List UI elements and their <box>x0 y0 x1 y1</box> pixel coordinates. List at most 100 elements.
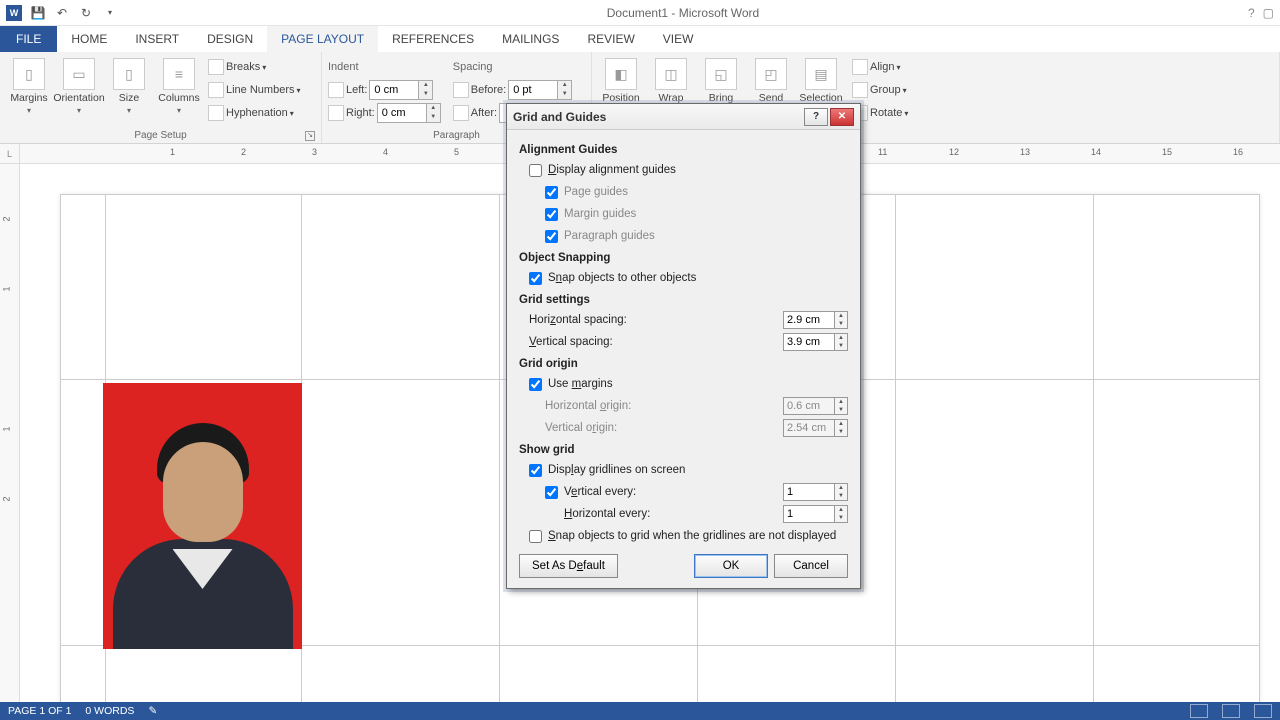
section-show-grid: Show grid <box>519 444 848 456</box>
snap-to-grid-label: Snap objects to grid when the gridlines … <box>548 530 848 542</box>
horizontal-spacing-input[interactable] <box>783 311 835 329</box>
indent-right-label: Right: <box>346 107 375 119</box>
ribbon-tabs: FILE HOME INSERT DESIGN PAGE LAYOUT REFE… <box>0 26 1280 52</box>
quick-access-toolbar: W 💾 ↶ ↻ ▾ <box>6 5 118 21</box>
display-alignment-guides-checkbox[interactable] <box>529 164 542 177</box>
ruler-tick: 3 <box>312 147 317 157</box>
dialog-close-button[interactable]: ✕ <box>830 108 854 126</box>
orientation-button[interactable]: ▭Orientation▾ <box>56 56 102 128</box>
dialog-help-button[interactable]: ? <box>804 108 828 126</box>
vertical-ruler[interactable]: 2 1 1 2 <box>0 164 20 702</box>
display-gridlines-label: Display gridlines on screen <box>548 464 848 476</box>
snap-objects-checkbox[interactable] <box>529 272 542 285</box>
paragraph-guides-checkbox[interactable] <box>545 230 558 243</box>
window-title: Document1 - Microsoft Word <box>118 6 1248 20</box>
file-tab[interactable]: FILE <box>0 26 57 52</box>
margin-guides-checkbox[interactable] <box>545 208 558 221</box>
indent-right-spinner[interactable]: ▲▼ <box>427 103 441 123</box>
group-label-page-setup: Page Setup <box>134 130 186 141</box>
margins-button[interactable]: ▯Margins▾ <box>6 56 52 128</box>
section-grid-settings: Grid settings <box>519 294 848 306</box>
view-read-mode[interactable] <box>1190 704 1208 718</box>
horizontal-origin-label: Horizontal origin: <box>545 400 783 412</box>
word-icon: W <box>6 5 22 21</box>
dialog-title: Grid and Guides <box>513 110 606 124</box>
tab-design[interactable]: DESIGN <box>193 26 267 52</box>
horizontal-every-label: Horizontal every: <box>564 508 783 520</box>
breaks-button[interactable]: Breaks ▾ <box>208 56 301 78</box>
group-page-setup: ▯Margins▾ ▭Orientation▾ ▯Size▾ ≡Columns▾… <box>0 52 322 143</box>
tab-view[interactable]: VIEW <box>649 26 708 52</box>
group-button[interactable]: Group ▾ <box>852 79 908 101</box>
tab-insert[interactable]: INSERT <box>121 26 193 52</box>
qat-customize-icon[interactable]: ▾ <box>102 5 118 21</box>
page-guides-checkbox[interactable] <box>545 186 558 199</box>
hyphenation-button[interactable]: Hyphenation ▾ <box>208 102 301 124</box>
horizontal-every-input[interactable] <box>783 505 835 523</box>
view-web-layout[interactable] <box>1254 704 1272 718</box>
indent-left-icon <box>328 82 344 98</box>
ruler-corner: L <box>0 144 20 163</box>
tab-references[interactable]: REFERENCES <box>378 26 488 52</box>
vertical-spacing-spinner[interactable]: ▲▼ <box>835 333 848 351</box>
spacing-before-spinner[interactable]: ▲▼ <box>558 80 572 100</box>
snap-to-grid-checkbox[interactable] <box>529 530 542 543</box>
save-icon[interactable]: 💾 <box>30 5 46 21</box>
ruler-tick: 1 <box>170 147 175 157</box>
align-button[interactable]: Align ▾ <box>852 56 908 78</box>
undo-icon[interactable]: ↶ <box>54 5 70 21</box>
title-bar: W 💾 ↶ ↻ ▾ Document1 - Microsoft Word ? ▢ <box>0 0 1280 26</box>
set-as-default-button[interactable]: Set As Default <box>519 554 618 578</box>
vertical-every-input[interactable] <box>783 483 835 501</box>
vertical-spacing-input[interactable] <box>783 333 835 351</box>
vertical-origin-input <box>783 419 835 437</box>
use-margins-checkbox[interactable] <box>529 378 542 391</box>
ruler-tick: 12 <box>949 147 959 157</box>
margin-guides-label: Margin guides <box>564 208 848 220</box>
ok-button[interactable]: OK <box>694 554 768 578</box>
spacing-before-input[interactable] <box>508 80 558 100</box>
tab-mailings[interactable]: MAILINGS <box>488 26 573 52</box>
cancel-button[interactable]: Cancel <box>774 554 848 578</box>
indent-right-input[interactable] <box>377 103 427 123</box>
horizontal-origin-input <box>783 397 835 415</box>
vruler-tick: 2 <box>2 496 12 501</box>
view-print-layout[interactable] <box>1222 704 1240 718</box>
ruler-tick: 15 <box>1162 147 1172 157</box>
tab-page-layout[interactable]: PAGE LAYOUT <box>267 26 378 52</box>
indent-left-input[interactable] <box>369 80 419 100</box>
indent-left-spinner[interactable]: ▲▼ <box>419 80 433 100</box>
tab-home[interactable]: HOME <box>57 26 121 52</box>
use-margins-label: Use margins <box>548 378 848 390</box>
help-icon[interactable]: ? <box>1248 6 1255 20</box>
vertical-spacing-label: Vertical spacing: <box>529 336 783 348</box>
vertical-every-label: Vertical every: <box>564 486 783 498</box>
status-page[interactable]: PAGE 1 OF 1 <box>8 705 71 717</box>
section-grid-origin: Grid origin <box>519 358 848 370</box>
horizontal-every-spinner[interactable]: ▲▼ <box>835 505 848 523</box>
display-alignment-guides-label: Display alignment guides <box>548 164 848 176</box>
display-gridlines-checkbox[interactable] <box>529 464 542 477</box>
grid-and-guides-dialog: Grid and Guides ? ✕ Alignment Guides Dis… <box>506 103 861 589</box>
vruler-tick: 1 <box>2 286 12 291</box>
line-numbers-button[interactable]: Line Numbers ▾ <box>208 79 301 101</box>
columns-button[interactable]: ≡Columns▾ <box>156 56 202 128</box>
snap-objects-label: Snap objects to other objects <box>548 272 848 284</box>
vruler-tick: 1 <box>2 426 12 431</box>
ribbon-collapse-icon[interactable]: ▢ <box>1263 6 1274 20</box>
vertical-every-spinner[interactable]: ▲▼ <box>835 483 848 501</box>
proofing-icon[interactable]: ✎ <box>148 705 157 717</box>
spacing-before-label: Before: <box>471 84 506 96</box>
vertical-every-checkbox[interactable] <box>545 486 558 499</box>
size-button[interactable]: ▯Size▾ <box>106 56 152 128</box>
inserted-image[interactable] <box>103 383 302 649</box>
page-guides-label: Page guides <box>564 186 848 198</box>
indent-label: Indent <box>328 61 359 73</box>
vertical-origin-spinner: ▲▼ <box>835 419 848 437</box>
status-words[interactable]: 0 WORDS <box>85 705 134 717</box>
page-setup-launcher[interactable]: ↘ <box>305 131 315 141</box>
redo-icon[interactable]: ↻ <box>78 5 94 21</box>
tab-review[interactable]: REVIEW <box>573 26 648 52</box>
horizontal-spacing-spinner[interactable]: ▲▼ <box>835 311 848 329</box>
spacing-after-icon <box>453 105 469 121</box>
